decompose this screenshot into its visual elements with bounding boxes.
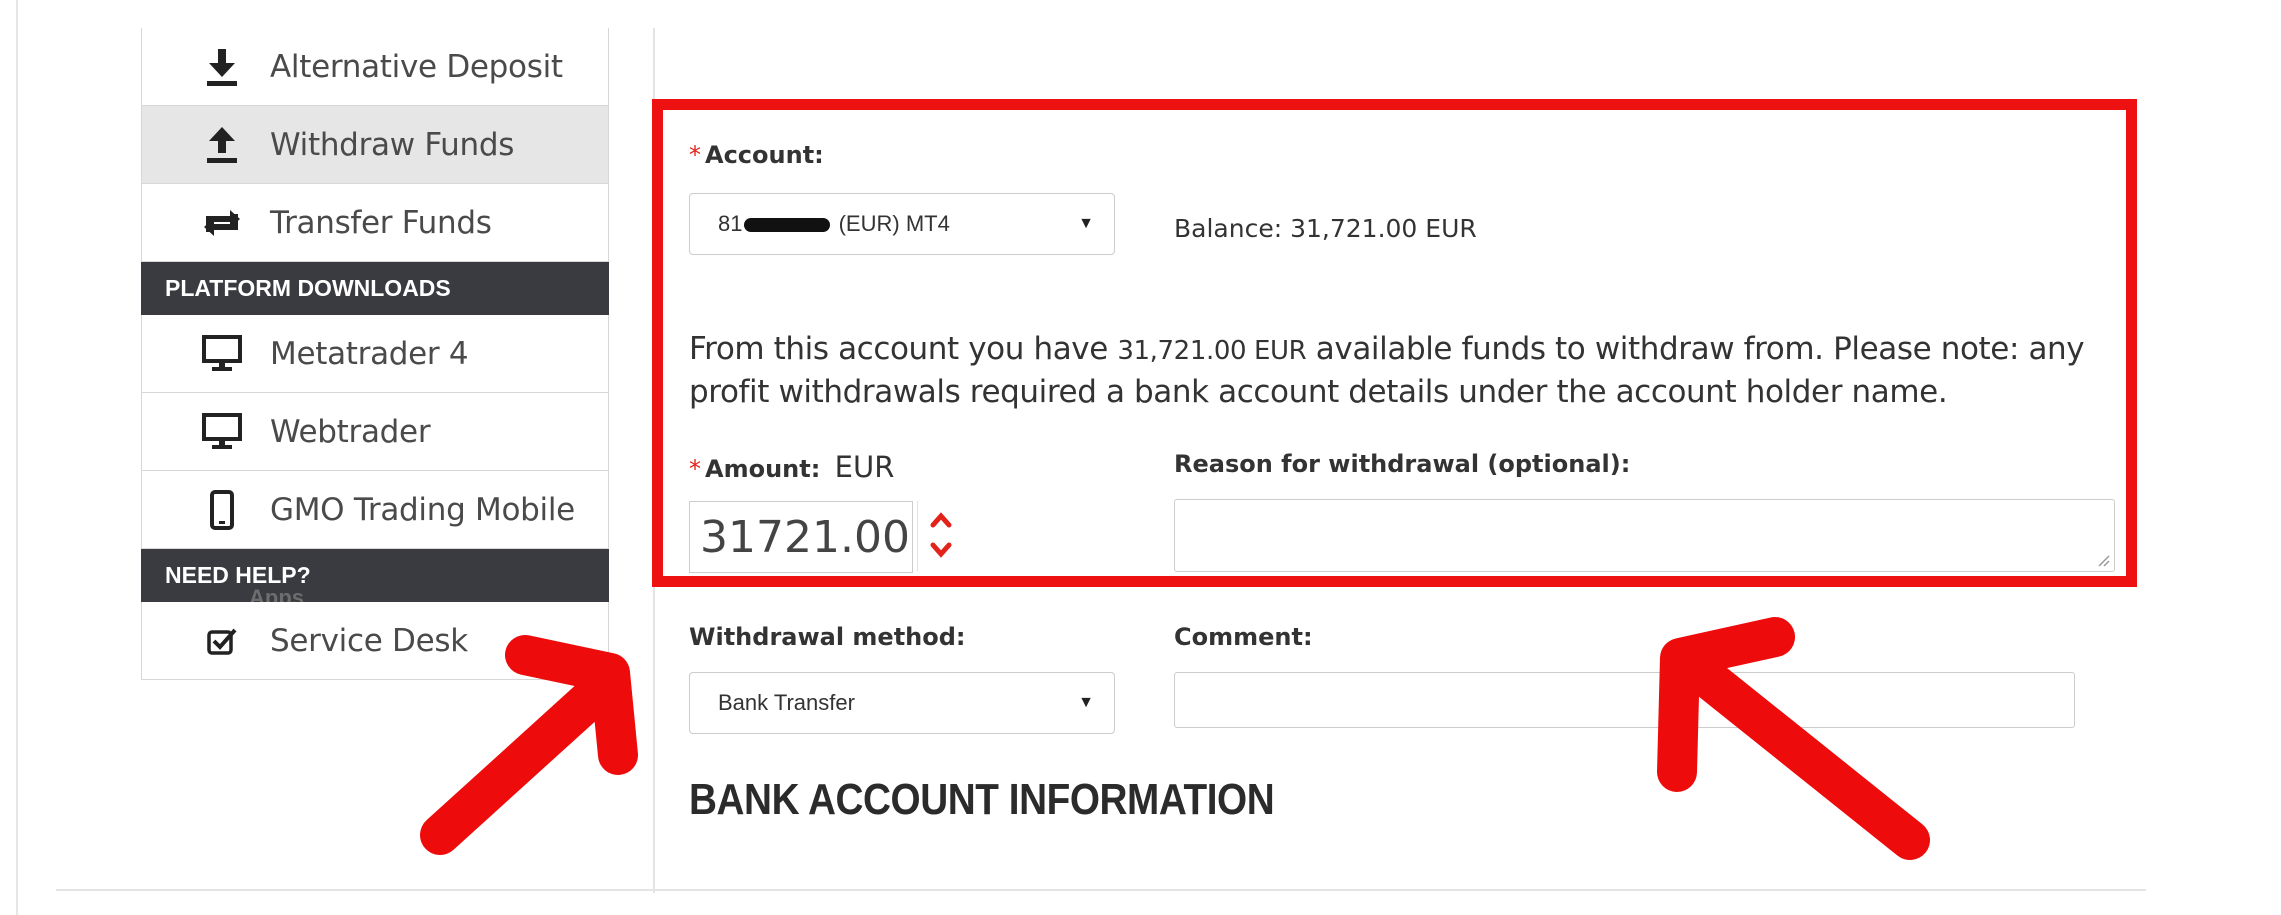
arrow-right-icon xyxy=(1657,617,1930,860)
arrow-left-icon xyxy=(420,635,638,855)
annotation-arrows xyxy=(420,617,1930,860)
